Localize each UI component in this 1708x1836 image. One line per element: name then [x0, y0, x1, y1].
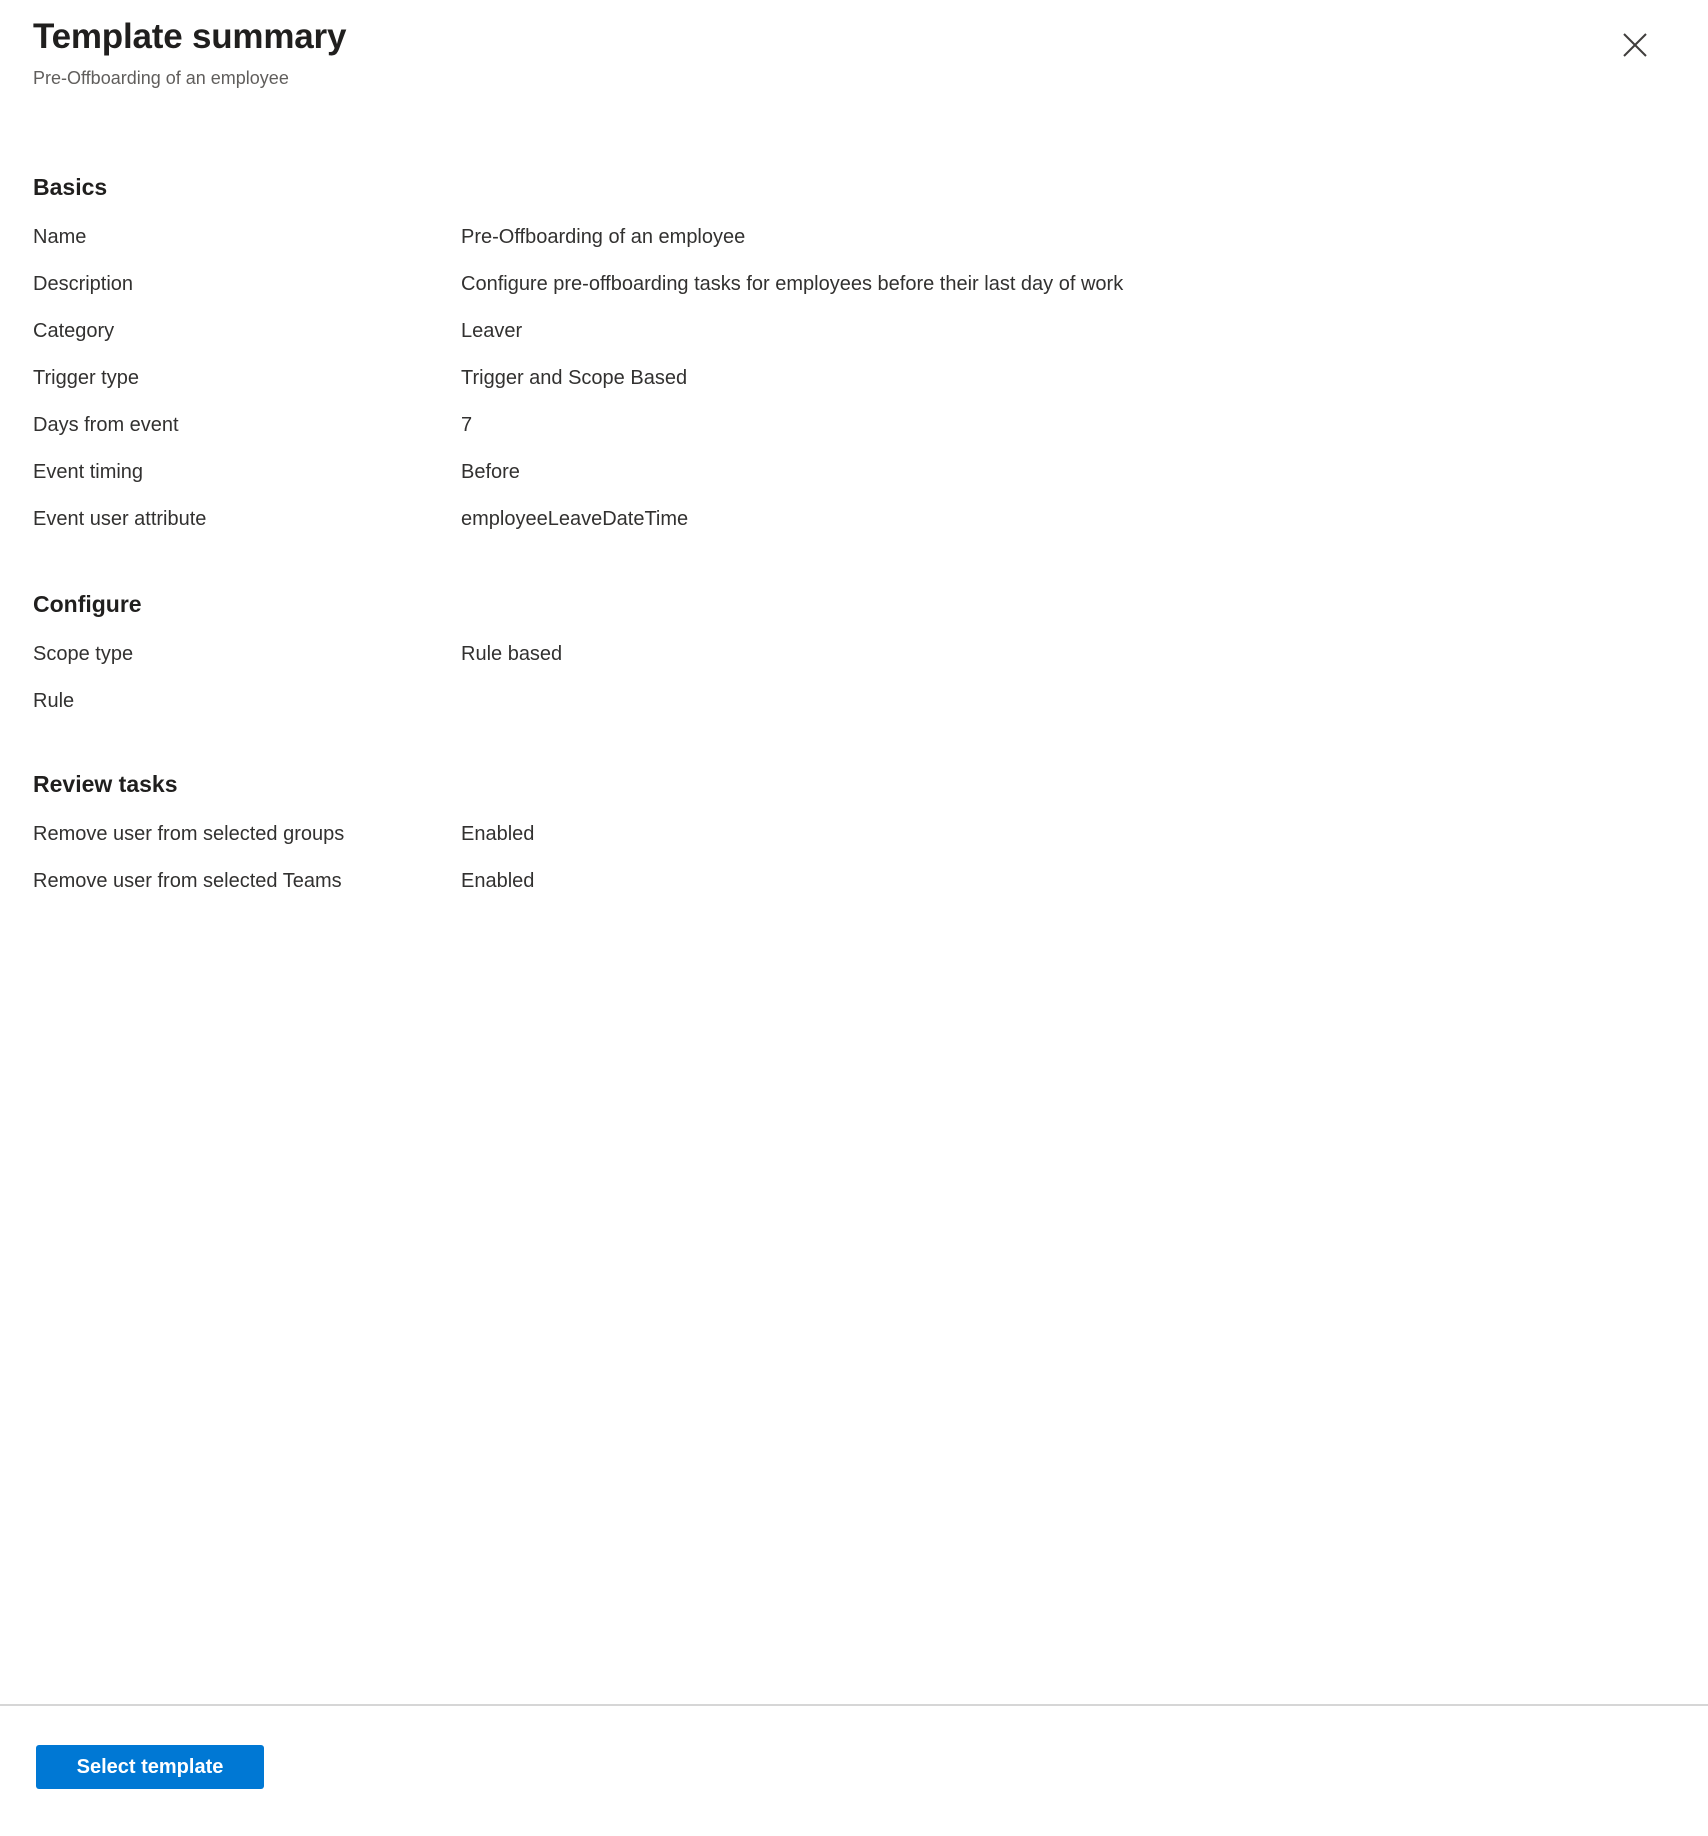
summary-row: Event timing Before	[0, 458, 1708, 505]
close-button[interactable]	[1610, 20, 1660, 70]
review-tasks-rows: Remove user from selected groups Enabled…	[0, 820, 1708, 914]
row-value-days-from-event: 7	[461, 414, 473, 436]
close-icon	[1620, 30, 1650, 60]
section-basics: Basics Name Pre-Offboarding of an employ…	[0, 172, 1708, 552]
section-heading-basics: Basics	[33, 174, 108, 200]
page-title: Template summary	[33, 17, 347, 56]
summary-row: Scope type Rule based	[0, 640, 1708, 687]
configure-rows: Scope type Rule based Rule	[0, 640, 1708, 734]
summary-row: Rule	[0, 687, 1708, 734]
panel-footer: Select template	[0, 1704, 1708, 1836]
row-label-days-from-event: Days from event	[33, 414, 179, 436]
summary-row: Remove user from selected Teams Enabled	[0, 867, 1708, 914]
section-heading-configure: Configure	[33, 591, 142, 617]
row-value-description: Configure pre-offboarding tasks for empl…	[461, 273, 1124, 295]
row-label-trigger-type: Trigger type	[33, 367, 139, 389]
row-value-scope-type: Rule based	[461, 643, 563, 665]
row-label-event-user-attribute: Event user attribute	[33, 508, 207, 530]
row-label-event-timing: Event timing	[33, 461, 144, 483]
summary-row: Description Configure pre-offboarding ta…	[0, 270, 1708, 317]
row-label-name: Name	[33, 226, 87, 248]
summary-row: Event user attribute employeeLeaveDateTi…	[0, 505, 1708, 552]
row-label-remove-user-from-selected-teams: Remove user from selected Teams	[33, 870, 342, 892]
row-label-description: Description	[33, 273, 134, 295]
select-template-button[interactable]: Select template	[36, 1745, 264, 1789]
row-label-category: Category	[33, 320, 115, 342]
row-label-scope-type: Scope type	[33, 643, 134, 665]
summary-content: Basics Name Pre-Offboarding of an employ…	[0, 150, 1708, 1706]
summary-row: Remove user from selected groups Enabled	[0, 820, 1708, 867]
summary-row: Trigger type Trigger and Scope Based	[0, 364, 1708, 411]
row-value-trigger-type: Trigger and Scope Based	[461, 367, 688, 389]
row-value-remove-user-from-selected-groups: Enabled	[461, 823, 535, 845]
row-value-name: Pre-Offboarding of an employee	[461, 226, 746, 248]
basics-rows: Name Pre-Offboarding of an employee Desc…	[0, 223, 1708, 552]
template-summary-panel: Template summary Pre-Offboarding of an e…	[0, 0, 1708, 1836]
row-value-category: Leaver	[461, 320, 523, 342]
section-review-tasks: Review tasks Remove user from selected g…	[0, 769, 1708, 914]
summary-row: Days from event 7	[0, 411, 1708, 458]
row-label-remove-user-from-selected-groups: Remove user from selected groups	[33, 823, 345, 845]
row-value-event-user-attribute: employeeLeaveDateTime	[461, 508, 689, 530]
section-configure: Configure Scope type Rule based Rule	[0, 589, 1708, 734]
row-value-remove-user-from-selected-teams: Enabled	[461, 870, 535, 892]
section-heading-review-tasks: Review tasks	[33, 771, 178, 797]
summary-row: Name Pre-Offboarding of an employee	[0, 223, 1708, 270]
page-subtitle: Pre-Offboarding of an employee	[33, 68, 289, 88]
row-label-rule: Rule	[33, 690, 75, 712]
row-value-event-timing: Before	[461, 461, 520, 483]
summary-row: Category Leaver	[0, 317, 1708, 364]
